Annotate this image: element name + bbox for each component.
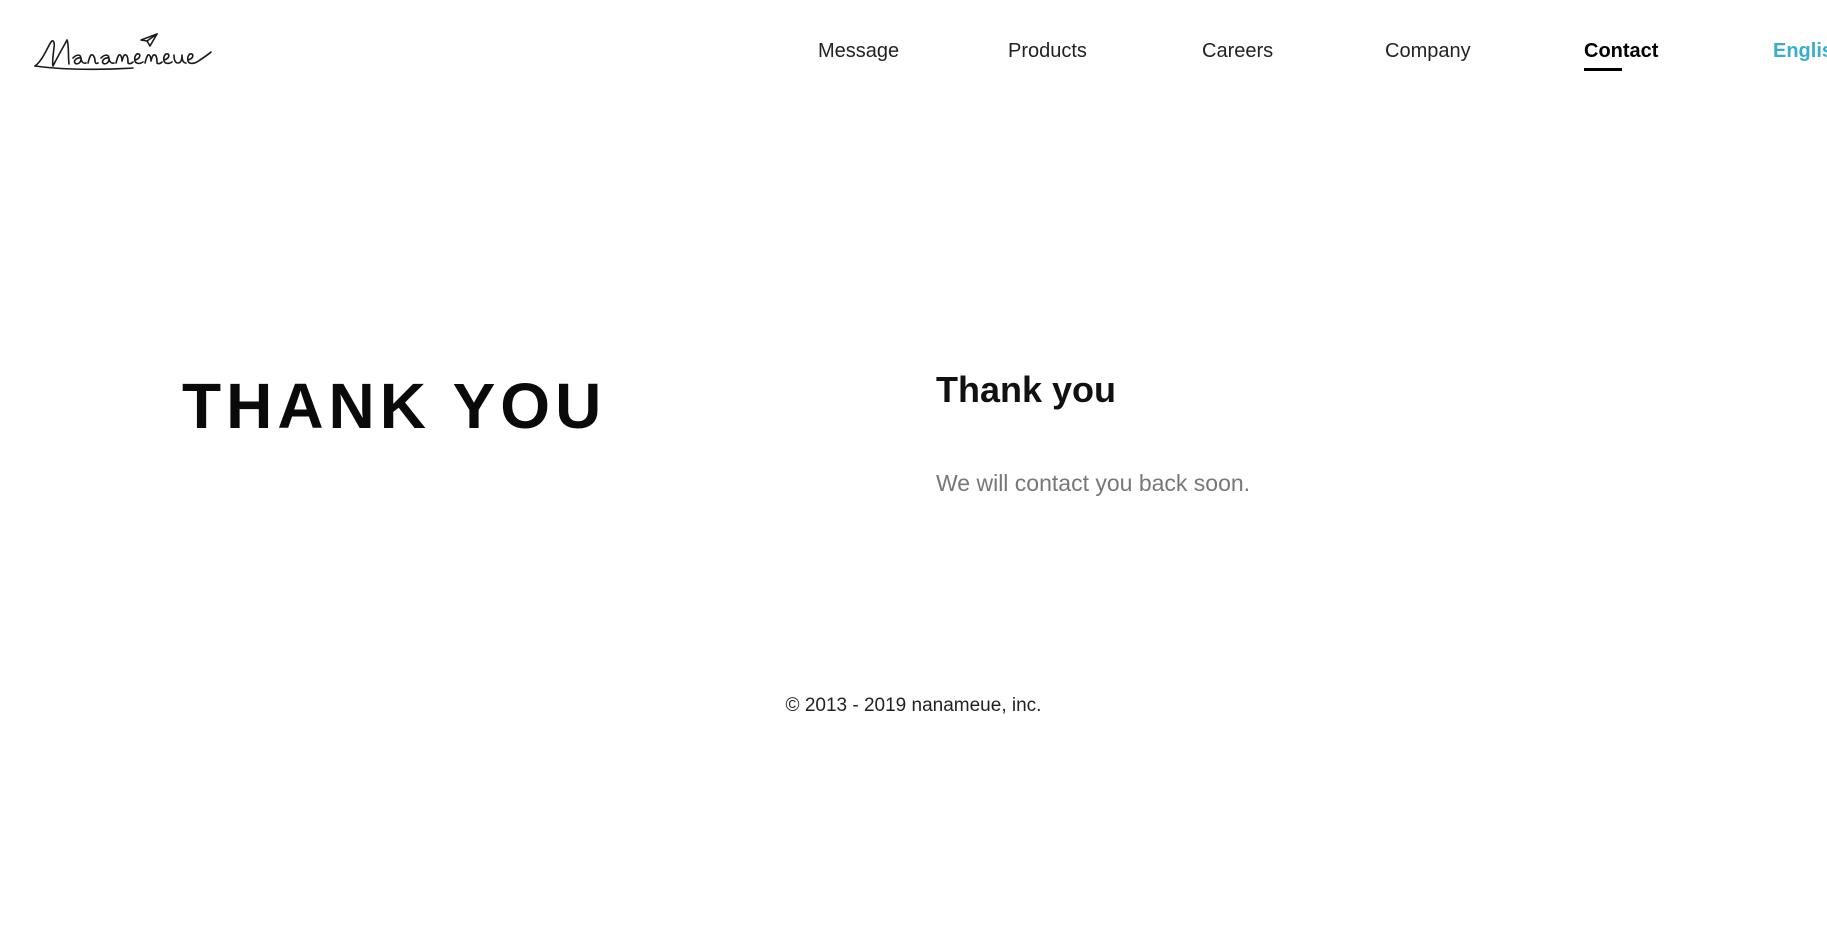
thank-you-heading: Thank you [936, 368, 1117, 410]
language-switch-link[interactable]: English [1773, 38, 1827, 64]
nav-item-message[interactable]: Message [818, 38, 899, 64]
page: Message Products Careers Company Contact… [0, 0, 1827, 950]
paper-plane-logo-icon [34, 33, 212, 71]
nav-item-company[interactable]: Company [1385, 38, 1471, 64]
confirmation-message: We will contact you back soon. [936, 470, 1251, 496]
hero-title: THANK YOU [182, 369, 607, 442]
nav-item-products[interactable]: Products [1008, 38, 1087, 64]
footer-copyright: © 2013 - 2019 nanameue, inc. [785, 695, 1042, 716]
nav-item-contact[interactable]: Contact [1584, 38, 1659, 71]
nav-item-contact-label: Contact [1584, 40, 1659, 62]
site-header: Message Products Careers Company Contact… [0, 0, 1827, 100]
active-nav-indicator [1584, 68, 1622, 71]
nav-item-careers[interactable]: Careers [1202, 38, 1273, 64]
nanameue-logo[interactable] [33, 30, 215, 72]
